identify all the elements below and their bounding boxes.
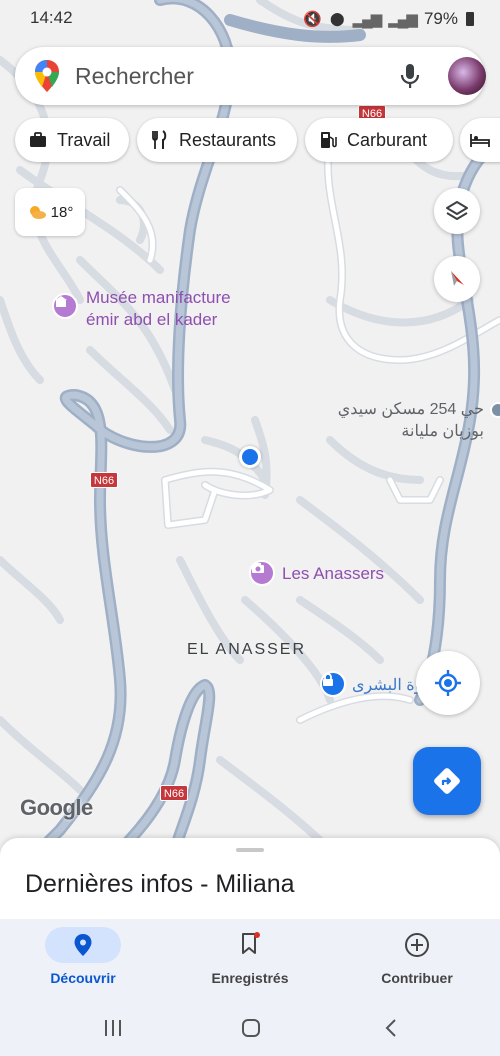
status-bar: 14:42 🔇 ⬤ ▂▄▆ ▂▄▆ 79% [0,0,500,36]
mute-icon: 🔇 [303,11,322,28]
bottom-sheet[interactable]: Dernières infos - Miliana [0,838,500,928]
chip-carburant[interactable]: Carburant [305,118,453,162]
nav-label: Enregistrés [211,970,289,986]
gas-pump-icon [321,132,337,148]
bottom-nav: Découvrir Enregistrés Contribuer [0,919,500,999]
poi-les-anassers-label: Les Anassers [282,564,385,583]
status-icons: 🔇 ⬤ ▂▄▆ ▂▄▆ 79% [303,9,474,29]
nav-enregistres[interactable]: Enregistrés [167,919,333,999]
battery-level: 79% [423,9,458,28]
google-logo: Google [20,795,93,820]
area-label: EL ANASSER [187,641,307,658]
poi-museum-label-1: Musée manifacture [86,288,231,307]
chip-label: Travail [57,129,111,150]
poi-museum-label-2: émir abd el kader [86,310,218,329]
layers-button[interactable] [434,188,480,234]
neighborhood-label-arabic-2: بوزيان مليانة [401,423,484,440]
status-time: 14:42 [30,8,73,27]
add-circle-icon [405,933,429,957]
signal-icon: ▂▄▆ [352,11,383,28]
poi-lock-place-label: وة البشرى [352,677,423,694]
poi-lock-place[interactable]: وة البشرى [320,671,423,701]
chip-restaurants[interactable]: Restaurants [137,118,297,162]
directions-button[interactable] [413,747,481,815]
poi-museum[interactable]: Musée manifacture émir abd el kader [52,288,252,336]
fork-knife-icon [152,130,167,149]
search-input[interactable]: Rechercher [75,63,194,90]
weather-temp: 18° [50,203,74,221]
neighborhood-label-arabic-1: حي 254 مسكن سيدي [337,401,484,418]
search-bar[interactable]: Rechercher [15,47,486,105]
my-location-button[interactable] [416,651,480,715]
compass-button[interactable] [434,256,480,302]
partly-cloudy-icon [29,206,46,219]
museum-icon [52,293,78,319]
bed-icon [470,134,490,147]
my-location-icon [435,670,461,696]
avatar[interactable] [448,57,486,95]
road-shield-n66: N66 [160,785,188,801]
sheet-handle[interactable] [236,848,264,852]
nav-contribuer[interactable]: Contribuer [334,919,500,999]
poi-les-anassers[interactable]: Les Anassers [249,560,399,588]
current-location-dot [239,446,261,468]
system-nav-bar [0,999,500,1056]
directions-icon [434,768,460,794]
camera-icon [249,560,275,586]
chip-label: Carburant [347,129,428,150]
bookmark-icon [242,932,260,954]
google-maps-pin-icon [35,60,59,92]
location-icon: ⬤ [330,11,345,26]
chip-travail[interactable]: Travail [15,118,129,162]
nav-label: Découvrir [50,970,116,986]
microphone-icon[interactable] [397,62,423,90]
signal-icon-2: ▂▄▆ [388,11,418,28]
road-shield-n66: N66 [90,472,118,488]
sheet-title: Dernières infos - Miliana [25,870,295,898]
battery-icon [466,12,474,26]
layers-icon [446,201,468,220]
nav-label: Contribuer [381,970,453,986]
back-icon[interactable] [384,1018,398,1038]
lock-icon [320,671,346,697]
nav-decouvrir[interactable]: Découvrir [0,919,166,999]
chip-label: Restaurants [179,129,277,150]
home-icon[interactable] [241,1018,261,1038]
weather-widget[interactable]: 18° [15,188,85,236]
briefcase-icon [30,132,46,147]
compass-icon [451,271,464,286]
place-marker-icon[interactable] [490,402,500,418]
chip-hotels[interactable] [460,118,500,162]
location-pin-icon [74,934,92,956]
recent-apps-icon[interactable] [103,1019,123,1037]
